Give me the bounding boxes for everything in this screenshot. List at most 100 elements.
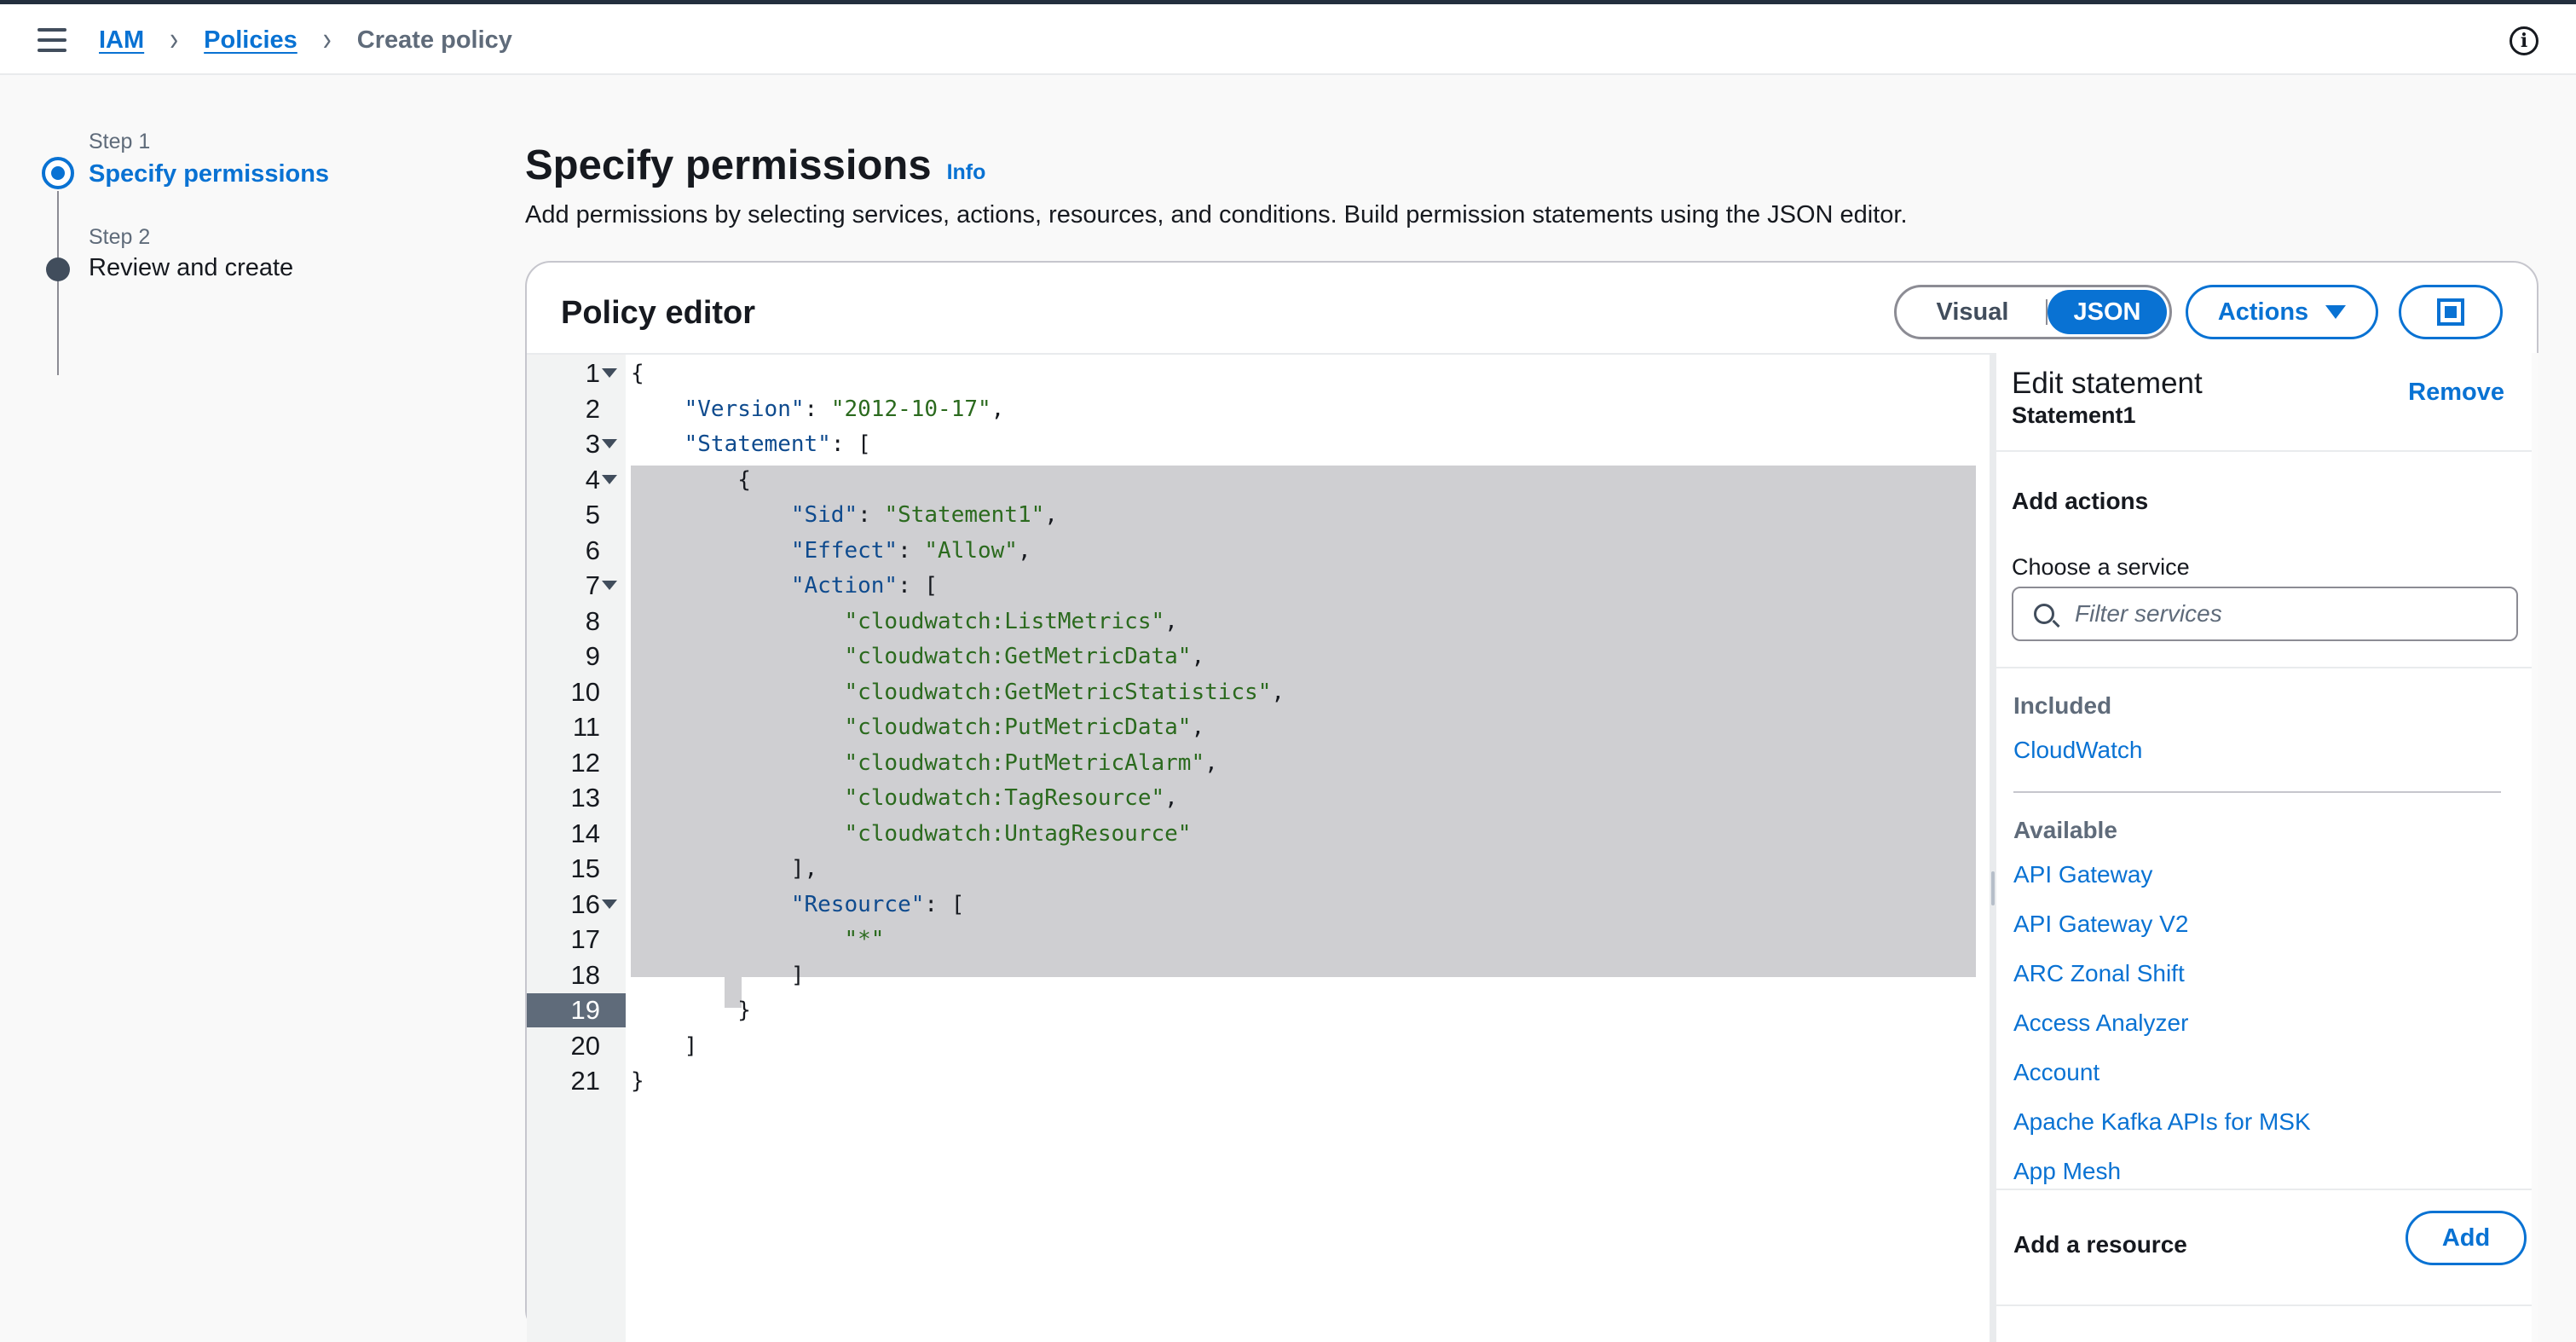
service-link[interactable]: Account	[2013, 1059, 2099, 1086]
line-number: 9	[585, 641, 600, 671]
add-resource-heading: Add a resource	[2013, 1231, 2187, 1258]
code-line[interactable]: 16 "Resource": [	[527, 888, 1990, 922]
service-link[interactable]: Access Analyzer	[2013, 1009, 2188, 1037]
line-number: 1	[585, 358, 600, 388]
code-line[interactable]: 12 "cloudwatch:PutMetricAlarm",	[527, 746, 1990, 780]
line-number: 5	[585, 500, 600, 529]
scrollbar[interactable]	[2532, 353, 2538, 1342]
json-mode-button[interactable]: JSON	[2048, 290, 2167, 334]
code-line[interactable]: 18 ]	[527, 958, 1990, 992]
code-text: ]	[631, 1033, 698, 1059]
code-text: "Resource": [	[790, 891, 965, 917]
code-line[interactable]: 21}	[527, 1064, 1990, 1098]
divider	[1996, 1189, 2538, 1190]
top-navigation-bar: IAM › Policies › Create policy i	[0, 4, 2576, 75]
divider	[1996, 450, 2538, 452]
menu-icon[interactable]	[38, 28, 66, 52]
line-number: 17	[570, 924, 600, 954]
actions-dropdown-button[interactable]: Actions	[2186, 285, 2378, 339]
code-line[interactable]: 20 ]	[527, 1029, 1990, 1063]
line-number: 12	[570, 747, 600, 778]
code-line[interactable]: 7 "Action": [	[527, 569, 1990, 603]
code-line[interactable]: 15 ],	[527, 852, 1990, 886]
fullscreen-button[interactable]	[2399, 285, 2503, 339]
service-link[interactable]: Apache Kafka APIs for MSK	[2013, 1108, 2311, 1136]
fullscreen-icon	[2437, 298, 2464, 326]
step-1-label: Step 1	[89, 130, 151, 153]
step-inactive-indicator	[46, 257, 70, 281]
code-line[interactable]: 3 "Statement": [	[527, 427, 1990, 461]
code-line[interactable]: 10 "cloudwatch:GetMetricStatistics",	[527, 675, 1990, 709]
code-line[interactable]: 19 }	[527, 993, 1990, 1027]
code-text: "Statement": [	[684, 431, 871, 457]
remove-button[interactable]: Remove	[2408, 379, 2504, 407]
code-text: "Effect": "Allow",	[790, 537, 1031, 564]
line-number: 14	[570, 818, 600, 848]
line-number: 2	[585, 393, 600, 424]
code-text: "Sid": "Statement1",	[790, 502, 1058, 528]
editor-mode-toggle: Visual JSON	[1894, 285, 2172, 339]
fold-arrow-icon[interactable]	[602, 368, 617, 378]
page-title: Specify permissions	[525, 142, 932, 188]
choose-service-label: Choose a service	[2012, 554, 2190, 580]
fold-arrow-icon[interactable]	[602, 899, 617, 909]
service-link[interactable]: App Mesh	[2013, 1158, 2121, 1185]
code-text: "cloudwatch:PutMetricAlarm",	[844, 749, 1218, 776]
code-text: {	[631, 466, 751, 493]
divider	[2013, 791, 2501, 793]
service-link[interactable]: ARC Zonal Shift	[2013, 960, 2185, 987]
fold-arrow-icon[interactable]	[602, 474, 617, 484]
line-number: 11	[572, 712, 600, 742]
code-line[interactable]: 2 "Version": "2012-10-17",	[527, 392, 1990, 426]
code-line[interactable]: 14 "cloudwatch:UntagResource"	[527, 817, 1990, 851]
code-line[interactable]: 5 "Sid": "Statement1",	[527, 498, 1990, 532]
divider	[1996, 667, 2538, 668]
code-line[interactable]: 9 "cloudwatch:GetMetricData",	[527, 639, 1990, 674]
actions-label: Actions	[2217, 298, 2309, 326]
code-line[interactable]: 17 "*"	[527, 923, 1990, 957]
fold-arrow-icon[interactable]	[602, 439, 617, 448]
code-line[interactable]: 13 "cloudwatch:TagResource",	[527, 781, 1990, 815]
code-text: {	[631, 361, 644, 386]
code-text: ],	[631, 856, 818, 882]
service-link[interactable]: API Gateway	[2013, 861, 2152, 888]
visual-mode-button[interactable]: Visual	[1899, 298, 2046, 327]
step-2-label: Step 2	[89, 225, 151, 249]
step-connector	[57, 191, 59, 375]
breadcrumb-policies[interactable]: Policies	[204, 26, 297, 55]
service-link[interactable]: API Gateway V2	[2013, 911, 2188, 938]
page-heading: Specify permissions Info	[525, 142, 985, 189]
info-icon[interactable]: i	[2510, 26, 2538, 55]
available-heading: Available	[2013, 817, 2117, 843]
info-link[interactable]: Info	[947, 160, 986, 185]
chevron-right-icon: ›	[322, 20, 332, 58]
add-resource-button[interactable]: Add	[2406, 1211, 2527, 1265]
code-text: "cloudwatch:ListMetrics",	[844, 608, 1178, 634]
code-text: "cloudwatch:TagResource",	[844, 785, 1178, 811]
panel-title: Policy editor	[561, 295, 756, 331]
fold-arrow-icon[interactable]	[602, 581, 617, 590]
code-line[interactable]: 11 "cloudwatch:PutMetricData",	[527, 710, 1990, 744]
filter-services-field[interactable]	[2012, 587, 2518, 641]
search-icon	[2034, 604, 2054, 624]
code-text: "Action": [	[790, 573, 939, 599]
line-number: 15	[570, 853, 600, 883]
filter-services-input[interactable]	[2073, 599, 2499, 628]
code-line[interactable]: 6 "Effect": "Allow",	[527, 534, 1990, 568]
line-number: 4	[585, 464, 600, 495]
code-text: "cloudwatch:UntagResource"	[844, 820, 1192, 847]
code-line[interactable]: 1{	[527, 356, 1990, 390]
add-actions-heading: Add actions	[2012, 488, 2149, 514]
code-line[interactable]: 8 "cloudwatch:ListMetrics",	[527, 604, 1990, 639]
json-code-editor[interactable]: 1{2 "Version": "2012-10-17", 3 "Statement…	[527, 353, 1990, 1342]
line-number: 7	[585, 570, 600, 600]
code-line[interactable]: 4 {	[527, 463, 1990, 497]
resize-handle[interactable]	[1990, 353, 1996, 1342]
service-link-cloudwatch[interactable]: CloudWatch	[2013, 737, 2142, 764]
step-1-title[interactable]: Specify permissions	[89, 160, 329, 188]
breadcrumb: IAM › Policies › Create policy	[99, 20, 512, 58]
breadcrumb-iam[interactable]: IAM	[99, 26, 144, 55]
line-number: 13	[570, 783, 600, 813]
line-number: 3	[585, 429, 600, 459]
edit-statement-panel: Edit statement Statement1 Remove Add act…	[1996, 353, 2538, 1342]
